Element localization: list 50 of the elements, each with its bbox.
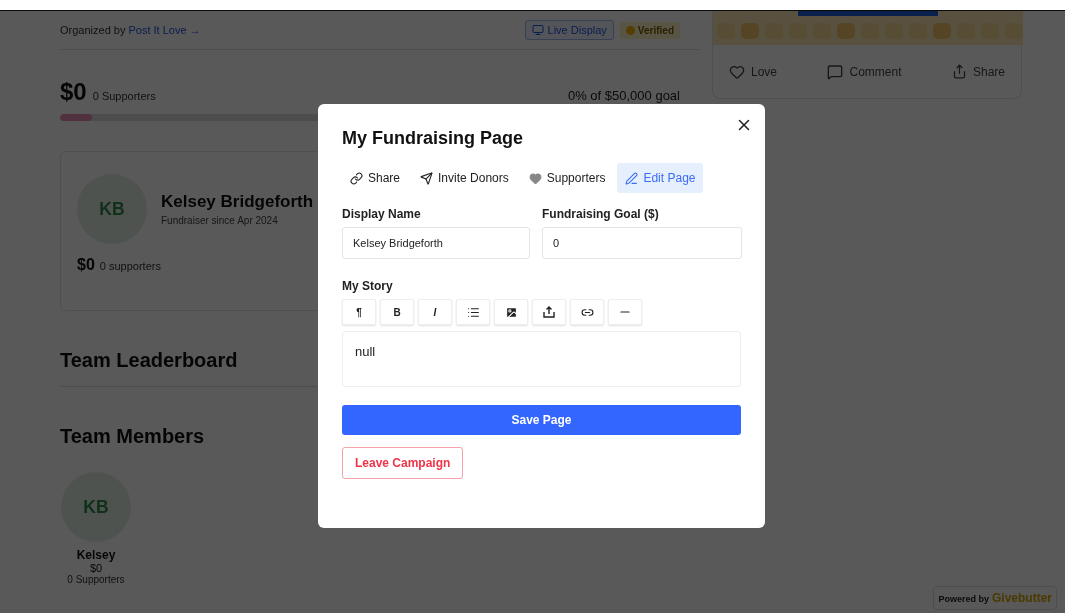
input-field[interactable]: Kelsey Bridgeforth bbox=[342, 227, 530, 259]
member-name: Kelsey bbox=[76, 548, 116, 562]
tab[interactable]: Supporters bbox=[520, 163, 614, 193]
paragraph-button[interactable]: ¶ bbox=[342, 299, 376, 325]
link-button[interactable] bbox=[570, 299, 604, 325]
bold-button[interactable]: B bbox=[380, 299, 414, 325]
heart-icon bbox=[729, 63, 745, 80]
raised-amount: $0 bbox=[60, 78, 87, 106]
leave-button[interactable]: Leave Campaign bbox=[342, 447, 464, 479]
comment-icon bbox=[827, 63, 844, 80]
tray-icon bbox=[543, 306, 555, 318]
monitor-icon bbox=[531, 24, 544, 36]
field-label: Fundraising Goal ($) bbox=[542, 207, 660, 221]
organizer-text: Organized by Post It Love → bbox=[60, 24, 201, 36]
list-icon bbox=[466, 305, 480, 319]
brand-name: Givebutter bbox=[992, 591, 1052, 605]
link-icon bbox=[350, 171, 363, 185]
fundraiser-since: Fundraiser since Apr 2024 bbox=[161, 215, 279, 226]
goal-progress-text: 0% of $50,000 goal bbox=[567, 88, 680, 103]
member-raised: $0 bbox=[89, 562, 103, 574]
send-icon bbox=[420, 171, 434, 185]
member-supporters: 0 Supporters bbox=[67, 574, 125, 585]
share-icon bbox=[951, 64, 967, 79]
field-label: My Story bbox=[342, 279, 394, 293]
tab[interactable]: Share bbox=[342, 163, 409, 193]
story-editor[interactable]: null bbox=[342, 331, 741, 387]
heart-icon bbox=[528, 171, 542, 185]
italic-button[interactable]: I bbox=[418, 299, 452, 325]
dialog-title: My Fundraising Page bbox=[342, 128, 525, 149]
fundraiser-name: Kelsey Bridgeforth bbox=[161, 192, 314, 212]
tab[interactable]: Edit Page bbox=[617, 163, 704, 193]
avatar: KB bbox=[77, 174, 147, 244]
list-button[interactable] bbox=[456, 299, 490, 325]
tab[interactable]: Invite Donors bbox=[412, 163, 517, 193]
save-button[interactable]: Save Page bbox=[342, 405, 741, 435]
pen-icon bbox=[625, 171, 639, 185]
avatar: KB bbox=[61, 472, 131, 542]
fundraiser-supporters: 0 supporters bbox=[99, 260, 161, 272]
image-icon bbox=[504, 305, 518, 319]
verified-badge: Verified bbox=[619, 21, 680, 39]
image-button[interactable] bbox=[494, 299, 528, 325]
verified-icon bbox=[625, 25, 635, 35]
members-heading: Team Members bbox=[60, 425, 205, 448]
powered-by-text: Powered by bbox=[938, 594, 989, 604]
leaderboard-heading: Team Leaderboard bbox=[60, 349, 238, 372]
fundraiser-raised: $0 bbox=[77, 256, 95, 274]
input-field[interactable]: 0 bbox=[542, 227, 742, 259]
field-label: Display Name bbox=[342, 207, 422, 221]
embed-button[interactable] bbox=[532, 299, 566, 325]
supporters-count: 0 Supporters bbox=[92, 90, 156, 102]
